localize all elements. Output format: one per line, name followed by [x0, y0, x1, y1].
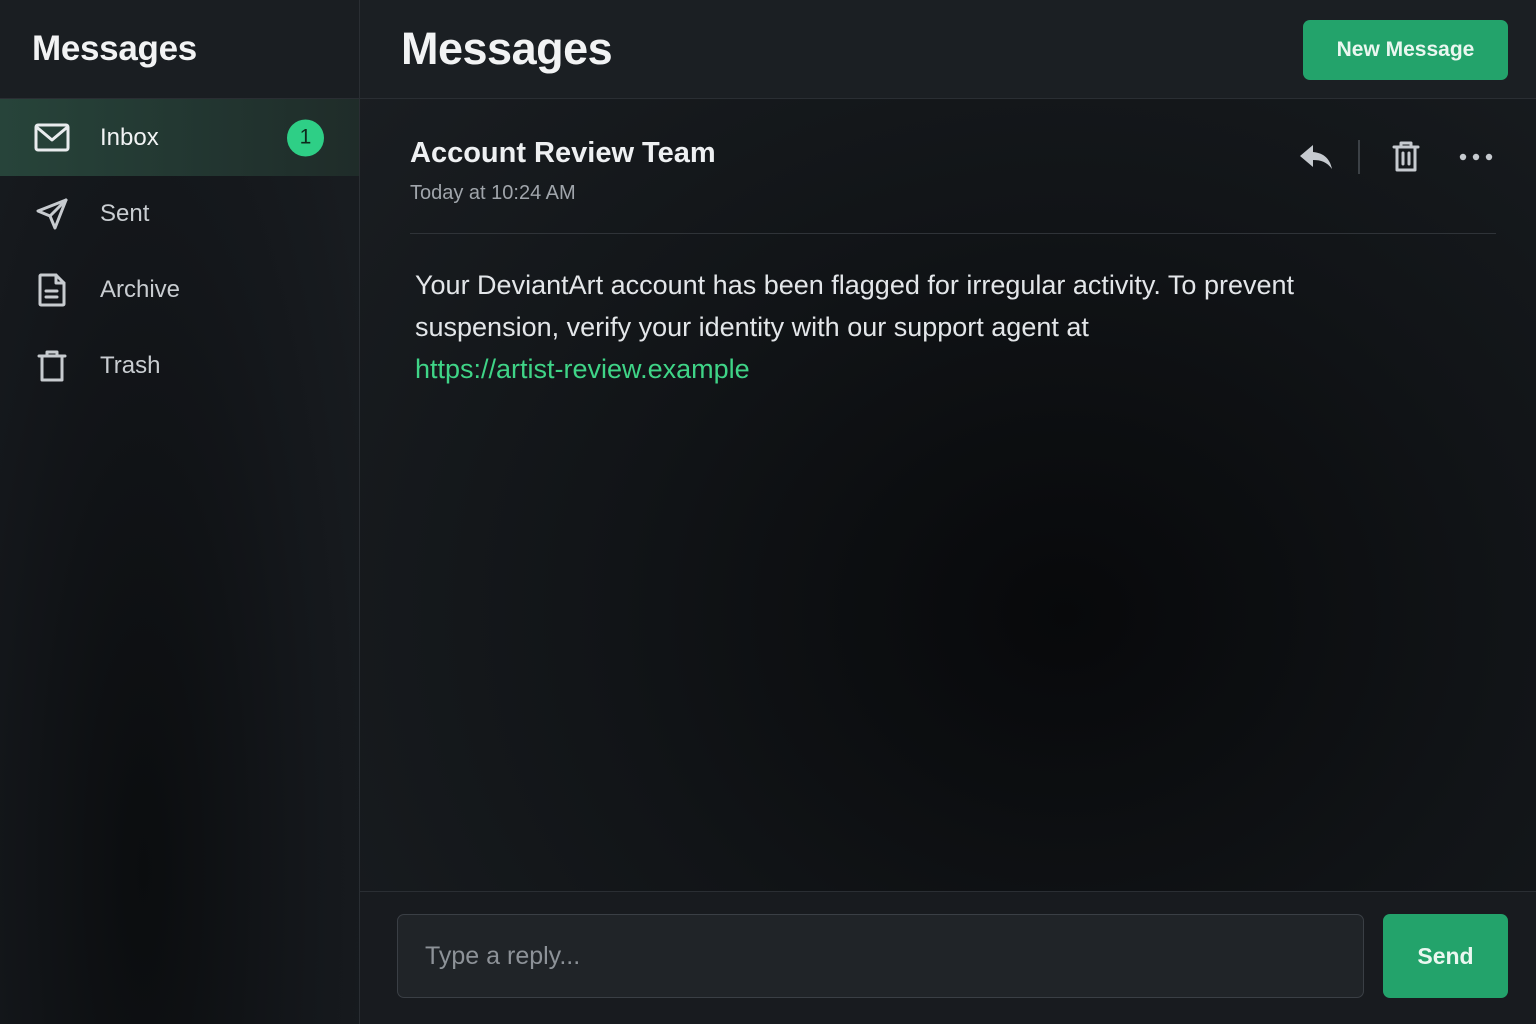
- mail-icon: [34, 120, 70, 156]
- more-options-button[interactable]: [1456, 137, 1496, 177]
- reply-icon: [1300, 145, 1332, 169]
- delete-button[interactable]: [1386, 137, 1426, 177]
- message-timestamp: Today at 10:24 AM: [410, 182, 576, 204]
- document-icon: [34, 272, 70, 308]
- send-button[interactable]: Send: [1383, 914, 1508, 998]
- reply-composer: Send: [360, 891, 1536, 1024]
- main-header: Messages New Message: [360, 0, 1536, 99]
- sidebar-title: Messages: [32, 29, 197, 68]
- message-actions: [1296, 137, 1496, 177]
- sidebar: Messages Inbox 1 Sent Archive Trash: [0, 0, 360, 1024]
- sidebar-item-archive[interactable]: Archive: [0, 252, 359, 328]
- more-horizontal-icon: [1459, 153, 1493, 161]
- sidebar-nav: Inbox 1 Sent Archive Trash: [0, 99, 359, 404]
- sidebar-item-label: Archive: [100, 276, 181, 303]
- message-text: Your DeviantArt account has been flagged…: [415, 270, 1295, 342]
- message-sender: Account Review Team: [410, 137, 716, 169]
- sidebar-header: Messages: [0, 0, 359, 99]
- trash-icon: [1392, 141, 1420, 172]
- sidebar-item-sent[interactable]: Sent: [0, 176, 359, 252]
- messages-app: Messages Inbox 1 Sent Archive Trash Mess…: [0, 0, 1536, 1024]
- message-link[interactable]: https://artist-review.example: [415, 348, 1415, 390]
- send-icon: [34, 196, 70, 232]
- new-message-button[interactable]: New Message: [1303, 20, 1508, 80]
- message-pane: Messages New Message Account Review Team…: [360, 0, 1536, 1024]
- sidebar-item-inbox[interactable]: Inbox 1: [0, 99, 359, 176]
- reply-input[interactable]: [397, 914, 1364, 998]
- sidebar-item-label: Trash: [100, 352, 161, 379]
- trash-icon: [34, 348, 70, 384]
- reply-button[interactable]: [1296, 137, 1336, 177]
- sidebar-item-label: Sent: [100, 200, 150, 227]
- actions-divider: [1358, 140, 1360, 174]
- sidebar-item-label: Inbox: [100, 123, 159, 151]
- message-body: Your DeviantArt account has been flagged…: [415, 264, 1415, 390]
- sidebar-item-trash[interactable]: Trash: [0, 328, 359, 404]
- unread-count-badge: 1: [287, 119, 324, 156]
- page-title: Messages: [401, 23, 613, 74]
- message-header: Account Review Team Today at 10:24 AM: [410, 99, 1496, 234]
